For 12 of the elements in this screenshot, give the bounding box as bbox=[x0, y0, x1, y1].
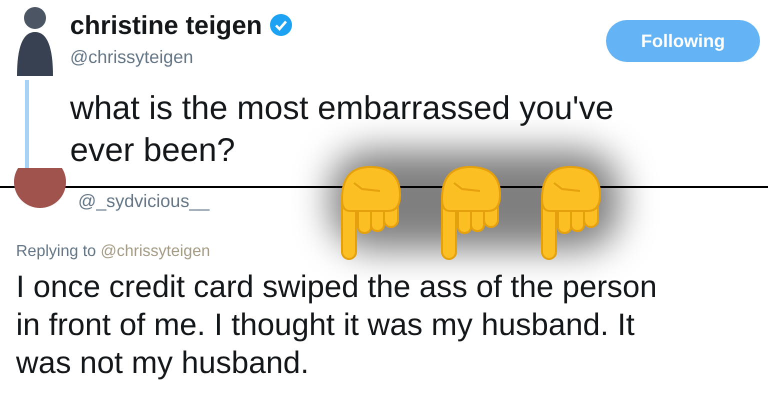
pointing-down-icon bbox=[340, 165, 402, 261]
reply-text: I once credit card swiped the ass of the person in front of me. I thought it was my husband. It was not my husband. bbox=[16, 268, 658, 382]
reply-handle: @_sydvicious__ bbox=[78, 190, 210, 212]
pointing-down-icon bbox=[540, 165, 602, 261]
replying-label: Replying to bbox=[16, 243, 96, 260]
following-button[interactable]: Following bbox=[606, 20, 760, 62]
avatar bbox=[14, 168, 66, 208]
author-handle: @chrissyteigen bbox=[70, 46, 194, 69]
pointing-down-icon bbox=[440, 165, 502, 261]
replying-to-link[interactable]: @chrissyteigen bbox=[100, 243, 210, 260]
author-name: christine teigen bbox=[70, 9, 262, 42]
tweet-text: what is the most embarrassed you've ever been? bbox=[70, 88, 615, 170]
